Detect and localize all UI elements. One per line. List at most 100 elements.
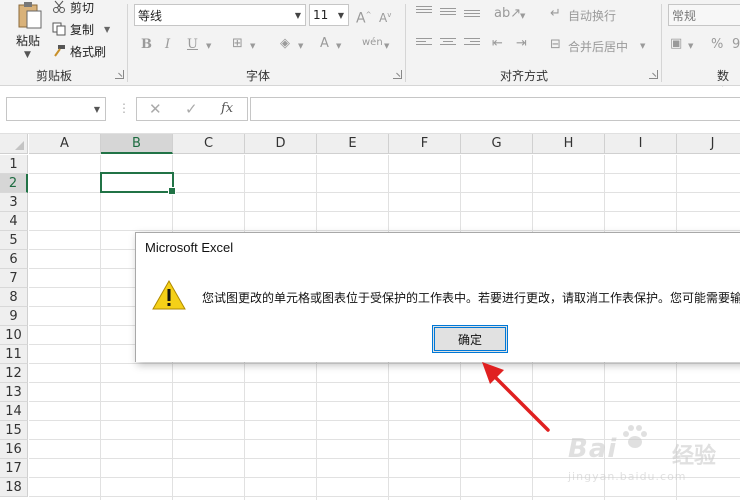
- chevron-down-icon: ▼: [294, 11, 301, 20]
- column-header-e[interactable]: E: [317, 134, 389, 154]
- column-header-f[interactable]: F: [389, 134, 461, 154]
- bold-icon[interactable]: B: [141, 38, 152, 52]
- select-all-corner[interactable]: [0, 134, 28, 154]
- decrease-font-icon[interactable]: Av: [379, 8, 391, 25]
- row-header-6[interactable]: 6: [0, 250, 28, 269]
- chevron-down-icon[interactable]: ▼: [384, 42, 389, 50]
- chevron-down-icon[interactable]: ▼: [640, 42, 645, 50]
- column-header-h[interactable]: H: [533, 134, 605, 154]
- phonetic-icon[interactable]: wén: [362, 36, 383, 50]
- clipboard-launcher-icon[interactable]: [115, 70, 124, 79]
- dialog-title: Microsoft Excel: [145, 240, 234, 255]
- align-left-icon[interactable]: [416, 38, 432, 50]
- italic-icon[interactable]: I: [165, 38, 170, 52]
- number-format-select[interactable]: 常规: [668, 4, 740, 26]
- formula-input[interactable]: [250, 97, 740, 121]
- format-painter-button[interactable]: 格式刷: [52, 42, 106, 60]
- font-size-select[interactable]: 11 ▼: [309, 4, 349, 26]
- column-header-g[interactable]: G: [461, 134, 533, 154]
- row-header-8[interactable]: 8: [0, 288, 28, 307]
- watermark-url: jingyan.baidu.com: [568, 470, 687, 483]
- alignment-launcher-icon[interactable]: [649, 70, 658, 79]
- comma-icon[interactable]: 9: [732, 38, 740, 52]
- chevron-down-icon: ▼: [93, 105, 100, 114]
- annotation-arrow-icon: [482, 362, 550, 432]
- column-header-d[interactable]: D: [245, 134, 317, 154]
- row-header-18[interactable]: 18: [0, 478, 28, 497]
- column-header-j[interactable]: J: [677, 134, 740, 154]
- active-cell-b2[interactable]: [100, 172, 176, 195]
- chevron-down-icon[interactable]: ▼: [688, 42, 693, 50]
- copy-button[interactable]: 复制 ▼: [52, 20, 110, 38]
- percent-icon[interactable]: %: [711, 38, 723, 52]
- merge-icon: ⊟: [550, 37, 561, 52]
- protection-warning-dialog: Microsoft Excel 您试图更改的单元格或图表位于受保护的工作表中。若…: [135, 232, 740, 362]
- align-center-icon[interactable]: [440, 38, 456, 50]
- wrap-text-icon: ↵: [550, 6, 561, 21]
- enter-icon[interactable]: ✓: [185, 100, 198, 118]
- copy-icon: [52, 22, 66, 36]
- cut-button[interactable]: 剪切: [52, 0, 94, 16]
- font-size-value: 11: [313, 8, 329, 22]
- row-header-3[interactable]: 3: [0, 193, 28, 212]
- formula-buttons: ✕ ✓ fx: [136, 97, 248, 121]
- row-header-10[interactable]: 10: [0, 326, 28, 345]
- column-header-a[interactable]: A: [29, 134, 101, 154]
- increase-indent-icon[interactable]: ⇥: [516, 37, 527, 51]
- chevron-down-icon: ▼: [337, 11, 344, 20]
- underline-icon[interactable]: U: [187, 38, 198, 52]
- row-header-17[interactable]: 17: [0, 459, 28, 478]
- row-header-2[interactable]: 2: [0, 174, 28, 193]
- row-header-4[interactable]: 4: [0, 212, 28, 231]
- watermark-chinese: 经验: [672, 444, 717, 469]
- cancel-icon[interactable]: ✕: [149, 100, 162, 118]
- chevron-down-icon[interactable]: ▼: [250, 42, 255, 50]
- format-painter-label: 格式刷: [70, 44, 107, 59]
- row-header-7[interactable]: 7: [0, 269, 28, 288]
- copy-label: 复制: [70, 22, 95, 37]
- watermark-brand: Bai: [568, 434, 618, 464]
- clipboard-group-label: 剪贴板: [36, 69, 73, 83]
- decrease-indent-icon[interactable]: ⇤: [492, 37, 503, 51]
- splitter-handle[interactable]: ⋮: [118, 101, 130, 115]
- font-launcher-icon[interactable]: [393, 70, 402, 79]
- row-header-16[interactable]: 16: [0, 440, 28, 459]
- font-name-select[interactable]: 等线 ▼: [134, 4, 306, 26]
- row-header-12[interactable]: 12: [0, 364, 28, 383]
- column-header-c[interactable]: C: [173, 134, 245, 154]
- ok-button[interactable]: 确定: [432, 325, 508, 353]
- chevron-down-icon[interactable]: ▼: [336, 42, 341, 50]
- row-header-15[interactable]: 15: [0, 421, 28, 440]
- row-header-14[interactable]: 14: [0, 402, 28, 421]
- font-color-icon[interactable]: A: [320, 37, 329, 51]
- paw-logo-icon: [623, 425, 647, 448]
- chevron-down-icon[interactable]: ▼: [520, 12, 525, 20]
- row-header-9[interactable]: 9: [0, 307, 28, 326]
- ribbon: 粘贴 ▼ 剪切 复制 ▼ 格式刷 剪贴板 等线 ▼ 11 ▼ A^ Av B I…: [0, 0, 740, 100]
- align-bottom-icon[interactable]: [464, 10, 480, 22]
- merge-center-button[interactable]: 合并后居中: [568, 38, 628, 55]
- chevron-down-icon: ▼: [24, 50, 31, 60]
- wrap-text-button[interactable]: 自动换行: [568, 7, 616, 24]
- insert-function-icon[interactable]: fx: [221, 101, 233, 116]
- row-header-11[interactable]: 11: [0, 345, 28, 364]
- row-header-1[interactable]: 1: [0, 155, 28, 174]
- increase-font-icon[interactable]: A^: [356, 8, 371, 26]
- chevron-down-icon[interactable]: ▼: [298, 42, 303, 50]
- column-header-i[interactable]: I: [605, 134, 677, 154]
- alignment-group-label: 对齐方式: [500, 69, 549, 83]
- align-middle-icon[interactable]: [440, 8, 456, 20]
- orientation-icon[interactable]: ab↗: [494, 7, 521, 21]
- paintbrush-icon: [54, 45, 65, 57]
- currency-icon[interactable]: ▣: [670, 37, 682, 51]
- row-header-13[interactable]: 13: [0, 383, 28, 402]
- align-right-icon[interactable]: [464, 38, 480, 50]
- align-top-icon[interactable]: [416, 6, 432, 18]
- chevron-down-icon[interactable]: ▼: [206, 42, 211, 50]
- dialog-body: 您试图更改的单元格或图表位于受保护的工作表中。若要进行更改，请取消工作表保护。您…: [136, 261, 740, 362]
- border-icon[interactable]: ⊞: [232, 37, 243, 51]
- fill-color-icon[interactable]: ◈: [280, 37, 290, 51]
- column-header-b[interactable]: B: [101, 134, 173, 154]
- row-header-5[interactable]: 5: [0, 231, 28, 250]
- name-box[interactable]: ▼: [6, 97, 106, 121]
